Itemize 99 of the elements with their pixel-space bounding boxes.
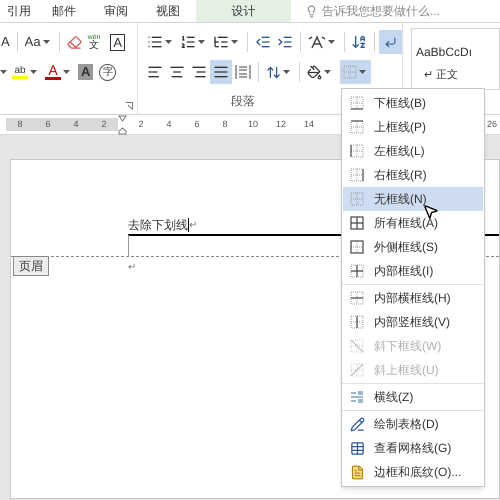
menu-item[interactable]: 内部框线(I) (343, 259, 483, 283)
font-color-bar (45, 77, 61, 80)
caret-icon (165, 40, 172, 44)
ruler-number: 14 (302, 118, 315, 131)
bullets-icon (147, 34, 163, 50)
menu-item[interactable]: 左框线(L) (343, 139, 483, 163)
no-border-icon (350, 192, 364, 206)
font-color-label: A (48, 64, 58, 77)
paragraph-mark: ↵ (128, 261, 136, 275)
decrease-indent-icon (254, 34, 271, 50)
ruler-number: 10 (246, 118, 259, 131)
alignment-button[interactable] (210, 60, 232, 84)
ruler-number: 2 (137, 118, 144, 131)
caret-icon (231, 40, 238, 44)
caret-icon (198, 40, 205, 44)
paragraph-mark: ↵ (189, 218, 197, 232)
chinese-layout-icon (308, 35, 326, 49)
distributed-icon (235, 64, 251, 80)
caret-icon (359, 70, 366, 74)
style-sample: AaBbCcDı (416, 44, 472, 61)
diagonal-up-border-icon (350, 363, 364, 377)
menu-item[interactable]: 外侧框线(S) (343, 235, 483, 259)
grow-font-button[interactable]: A (0, 30, 13, 54)
menu-item[interactable]: 右框线(R) (343, 163, 483, 187)
inside-borders-icon (350, 264, 364, 278)
change-case-button[interactable]: Aa (22, 30, 55, 54)
inside-horizontal-border-icon (350, 291, 364, 305)
caret-icon (63, 70, 70, 74)
ruler-number: 8 (221, 118, 228, 131)
right-border-icon (350, 168, 364, 182)
menu-item[interactable]: 内部竖框线(V) (343, 310, 483, 334)
highlight-button[interactable]: ab (9, 60, 42, 84)
ribbon-tab[interactable]: 设计 (196, 0, 291, 22)
outside-borders-icon (350, 240, 364, 254)
document-text: 去除下划线 (128, 217, 188, 234)
inside-vertical-border-icon (350, 315, 364, 329)
paragraph-mark-icon (384, 36, 398, 48)
caret-icon (328, 40, 335, 44)
caret-icon (42, 40, 50, 44)
ribbon-tab[interactable]: 审阅 (90, 0, 142, 22)
menu-item[interactable]: 上框线(P) (343, 115, 483, 139)
caret-icon (324, 70, 331, 74)
menu-item[interactable]: 内部横框线(H) (343, 286, 483, 310)
ribbon-tab[interactable]: 引用 (0, 0, 38, 22)
bottom-border-icon (350, 96, 364, 110)
diagonal-down-border-icon (350, 339, 364, 353)
ruler-number: 4 (72, 118, 80, 131)
show-marks-button[interactable] (379, 30, 402, 54)
caret-icon (0, 70, 7, 74)
numbering-icon (180, 34, 196, 50)
all-borders-icon (350, 216, 364, 230)
text-cursor (188, 218, 189, 232)
phonetic-character: 文 (89, 42, 99, 50)
lightbulb-icon (305, 4, 318, 18)
ruler-number: 26 (487, 118, 498, 131)
style-name: ↵ 正文 (424, 68, 458, 83)
align-right-icon (191, 64, 207, 80)
menu-item[interactable]: 无框线(N) (343, 187, 483, 211)
increase-indent-icon (276, 34, 293, 50)
ruler-number: 12 (274, 118, 287, 131)
table-edge (128, 235, 129, 256)
paint-bucket-icon (307, 64, 322, 80)
no-border-icon (343, 65, 357, 79)
ruler-number: 6 (193, 118, 200, 131)
menu-item[interactable]: 绘制表格(D) (343, 412, 483, 436)
align-left-icon (147, 64, 163, 80)
multilevel-list-icon (213, 34, 229, 50)
menu-item[interactable]: 下框线(B) (343, 91, 483, 115)
justify-icon (213, 64, 229, 80)
highlight-color-bar (12, 76, 28, 78)
ruler-number: 6 (44, 118, 52, 131)
grid-icon (350, 440, 365, 456)
dialog-launcher-icon (125, 102, 133, 110)
menu-item[interactable]: 横线(Z) (343, 385, 483, 409)
page-icon (350, 464, 365, 480)
top-border-icon (350, 120, 364, 134)
pencil-table-icon (350, 416, 365, 432)
align-center-icon (169, 64, 185, 80)
ribbon-tab[interactable]: 邮件 (38, 0, 90, 22)
left-border-icon (350, 144, 364, 158)
menu-item[interactable]: 查看网格线(G) (343, 436, 483, 460)
ruler-number: 4 (165, 118, 172, 131)
menu-item[interactable]: 所有框线(A) (343, 211, 483, 235)
header-tag: 页眉 (13, 256, 49, 276)
tell-me-field[interactable]: 告诉我您想要做什么... (305, 2, 462, 20)
ruler-number: 2 (100, 118, 108, 131)
caret-icon (283, 70, 290, 74)
ruler-number: 8 (16, 118, 24, 131)
eraser-icon (66, 34, 82, 50)
font-color-button[interactable]: A (42, 60, 75, 84)
horizontal-line-icon (350, 390, 364, 404)
menu-item[interactable]: 边框和底纹(O)... (343, 460, 483, 484)
sort-icon (351, 34, 368, 50)
character-shading-button[interactable]: A (75, 60, 96, 84)
highlight-label: ab (14, 66, 26, 76)
ribbon-tab[interactable]: 视图 (142, 0, 194, 22)
line-spacing-icon (266, 64, 281, 80)
group-label: 段落 (231, 92, 255, 110)
caret-icon (30, 70, 37, 74)
